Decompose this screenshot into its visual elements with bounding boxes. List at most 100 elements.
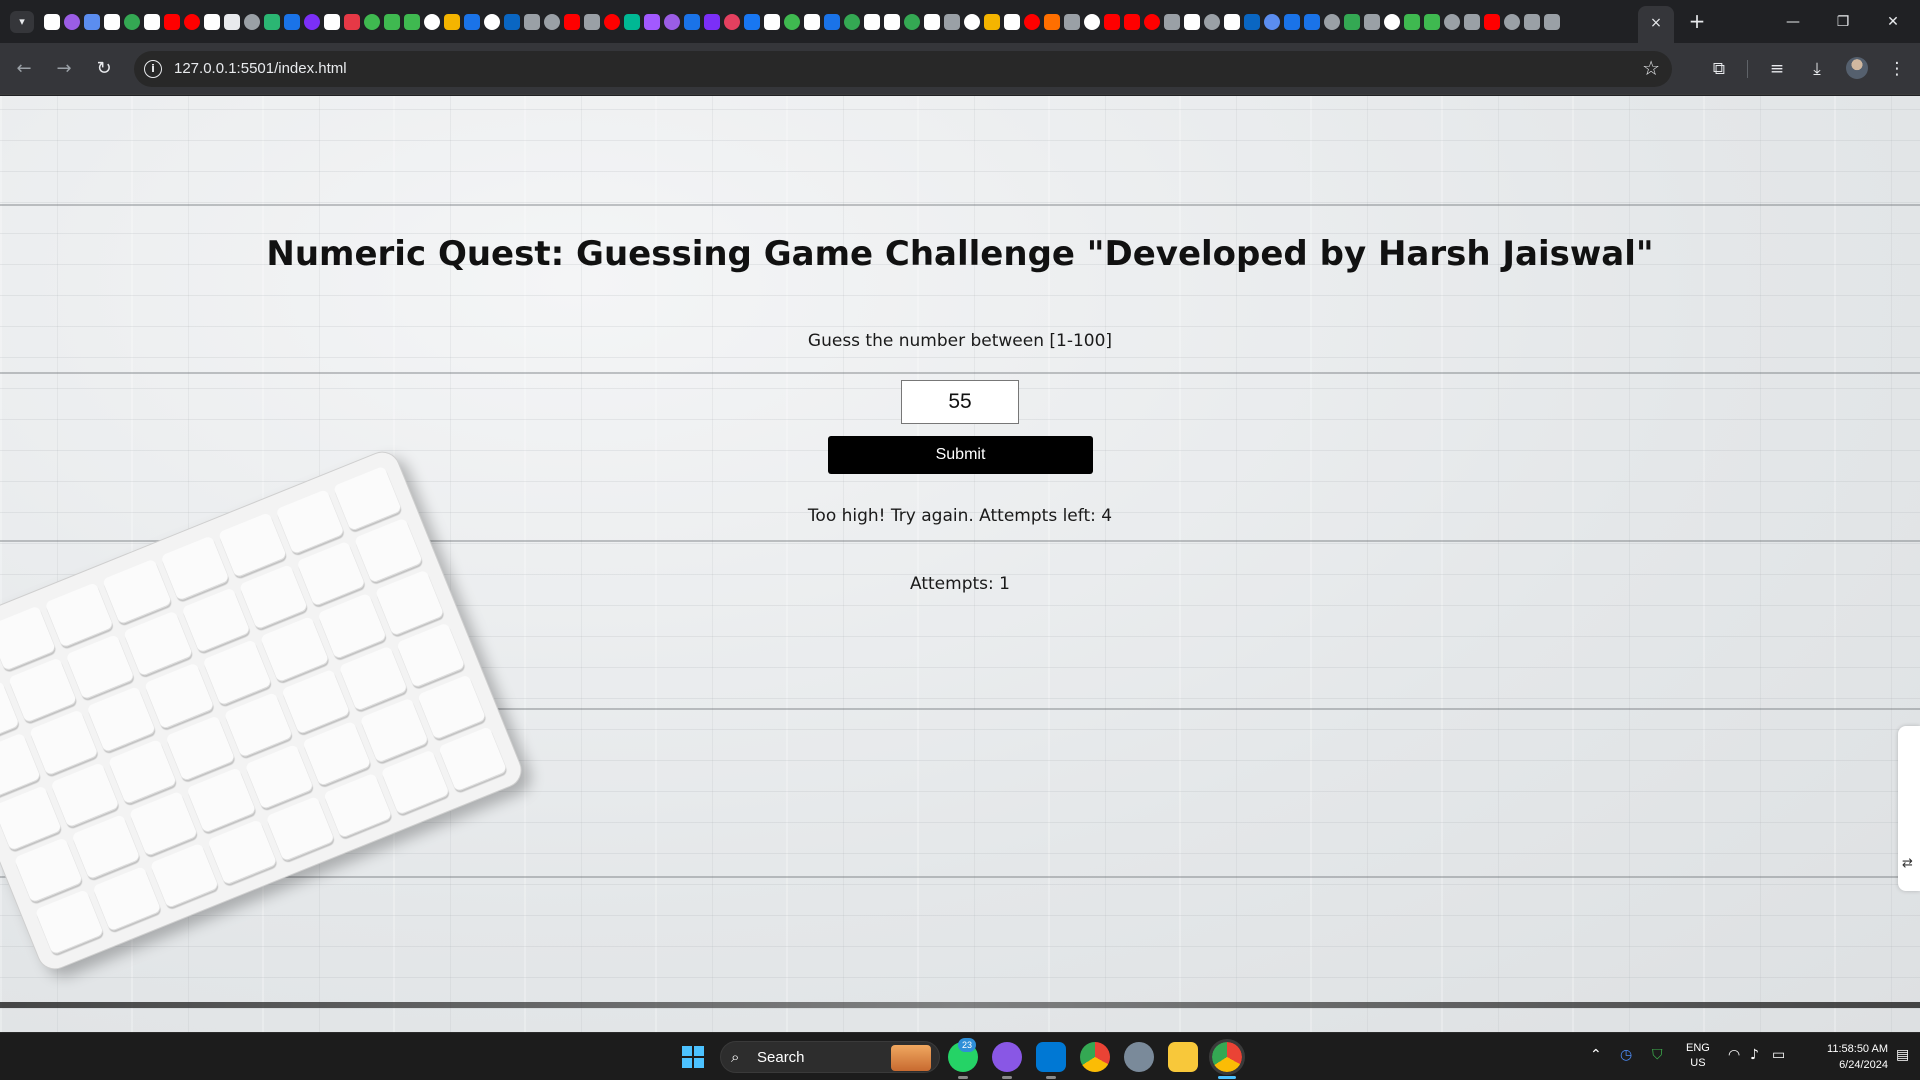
tab-favicon-icon[interactable] [1184, 14, 1200, 30]
tab-favicon-icon[interactable] [484, 14, 500, 30]
security-icon[interactable]: ⛉ [1652, 1047, 1663, 1063]
tab-favicon-icon[interactable] [744, 14, 760, 30]
tab-favicon-icon[interactable] [904, 14, 920, 30]
close-tab-icon[interactable]: × [1648, 15, 1664, 31]
tab-favicon-icon[interactable] [1444, 14, 1460, 30]
tab-favicon-icon[interactable] [564, 14, 580, 30]
github-desktop-icon[interactable] [992, 1042, 1022, 1072]
tab-favicon-icon[interactable] [204, 14, 220, 30]
tab-favicon-icon[interactable] [604, 14, 620, 30]
show-hidden-icons[interactable]: ⌃ [1590, 1047, 1602, 1063]
address-bar[interactable]: i 127.0.0.1:5501/index.html ☆ [134, 51, 1672, 87]
tab-favicon-icon[interactable] [704, 14, 720, 30]
tab-favicon-icon[interactable] [64, 14, 80, 30]
active-tab[interactable]: × [1638, 6, 1674, 43]
tab-favicon-icon[interactable] [284, 14, 300, 30]
tab-favicon-icon[interactable] [84, 14, 100, 30]
side-panel-handle[interactable]: ⇄ [1898, 726, 1920, 891]
tab-favicon-icon[interactable] [124, 14, 140, 30]
tab-favicon-icon[interactable] [984, 14, 1000, 30]
tab-favicon-icon[interactable] [44, 14, 60, 30]
tab-favicon-icon[interactable] [404, 14, 420, 30]
tab-favicon-icon[interactable] [1304, 14, 1320, 30]
tab-favicon-icon[interactable] [224, 14, 240, 30]
media-control-icon[interactable]: ≡ [1764, 56, 1790, 82]
tab-favicon-icon[interactable] [424, 14, 440, 30]
tab-favicon-icon[interactable] [684, 14, 700, 30]
tab-favicon-icon[interactable] [1264, 14, 1280, 30]
volume-icon[interactable]: ♪ [1750, 1047, 1759, 1063]
tab-favicon-icon[interactable] [1424, 14, 1440, 30]
file-explorer-icon[interactable] [1168, 1042, 1198, 1072]
wifi-icon[interactable]: ◠ [1728, 1047, 1740, 1063]
tab-favicon-icon[interactable] [1164, 14, 1180, 30]
taskbar-search[interactable]: ⌕ Search [720, 1041, 940, 1073]
tab-favicon-icon[interactable] [1404, 14, 1420, 30]
guess-input[interactable] [901, 380, 1019, 424]
extensions-icon[interactable]: ⧉ [1706, 56, 1732, 82]
tab-favicon-icon[interactable] [1384, 14, 1400, 30]
minimize-icon[interactable]: — [1770, 8, 1816, 36]
tab-favicon-icon[interactable] [344, 14, 360, 30]
tab-favicon-icon[interactable] [1464, 14, 1480, 30]
tab-favicon-icon[interactable] [144, 14, 160, 30]
tab-favicon-icon[interactable] [784, 14, 800, 30]
tab-favicon-icon[interactable] [244, 14, 260, 30]
back-icon[interactable]: ← [10, 55, 38, 83]
tab-favicon-icon[interactable] [804, 14, 820, 30]
tab-favicon-icon[interactable] [1324, 14, 1340, 30]
tab-favicon-icon[interactable] [584, 14, 600, 30]
tab-favicon-icon[interactable] [1484, 14, 1500, 30]
start-button[interactable] [682, 1046, 704, 1068]
close-window-icon[interactable]: ✕ [1870, 8, 1916, 36]
tab-favicon-icon[interactable] [384, 14, 400, 30]
tab-favicon-icon[interactable] [844, 14, 860, 30]
new-tab-button[interactable]: + [1685, 10, 1709, 34]
chrome-active-icon[interactable] [1209, 1039, 1245, 1075]
tab-search-button[interactable]: ▾ [10, 11, 34, 33]
tab-favicon-icon[interactable] [1544, 14, 1560, 30]
tab-favicon-icon[interactable] [544, 14, 560, 30]
tab-favicon-icon[interactable] [164, 14, 180, 30]
tab-favicon-icon[interactable] [104, 14, 120, 30]
tab-favicon-icon[interactable] [1004, 14, 1020, 30]
notifications-icon[interactable]: ▤ [1896, 1047, 1909, 1063]
tab-favicon-icon[interactable] [524, 14, 540, 30]
tab-favicon-icon[interactable] [1224, 14, 1240, 30]
tab-favicon-icon[interactable] [864, 14, 880, 30]
language-indicator[interactable]: ENG US [1686, 1041, 1710, 1071]
site-info-icon[interactable]: i [144, 60, 162, 78]
forward-icon[interactable]: → [50, 55, 78, 83]
tab-favicon-icon[interactable] [944, 14, 960, 30]
tab-favicon-icon[interactable] [1084, 14, 1100, 30]
tab-favicon-icon[interactable] [444, 14, 460, 30]
tab-favicon-icon[interactable] [764, 14, 780, 30]
tab-favicon-icon[interactable] [724, 14, 740, 30]
tab-favicon-icon[interactable] [884, 14, 900, 30]
tab-favicon-icon[interactable] [184, 14, 200, 30]
tab-favicon-icon[interactable] [1144, 14, 1160, 30]
tab-favicon-icon[interactable] [1284, 14, 1300, 30]
menu-kebab-icon[interactable]: ⋮ [1884, 56, 1910, 82]
bookmark-star-icon[interactable]: ☆ [1642, 56, 1660, 80]
submit-button[interactable]: Submit [828, 436, 1093, 474]
tab-favicon-icon[interactable] [1024, 14, 1040, 30]
tab-favicon-icon[interactable] [1124, 14, 1140, 30]
tab-favicon-icon[interactable] [1344, 14, 1360, 30]
tab-favicon-icon[interactable] [1524, 14, 1540, 30]
tab-favicon-icon[interactable] [824, 14, 840, 30]
download-icon[interactable]: ⤓ [1804, 56, 1830, 82]
tab-favicon-icon[interactable] [504, 14, 520, 30]
tab-favicon-icon[interactable] [1064, 14, 1080, 30]
chrome-icon[interactable] [1080, 1042, 1110, 1072]
tab-favicon-icon[interactable] [1204, 14, 1220, 30]
tab-favicon-icon[interactable] [1104, 14, 1120, 30]
profile-avatar[interactable] [1846, 57, 1868, 79]
tab-favicon-icon[interactable] [1244, 14, 1260, 30]
tab-favicon-icon[interactable] [364, 14, 380, 30]
system-clock[interactable]: 11:58:50 AM 6/24/2024 [1800, 1041, 1888, 1073]
tab-favicon-icon[interactable] [324, 14, 340, 30]
settings-icon[interactable] [1124, 1042, 1154, 1072]
tab-favicon-icon[interactable] [464, 14, 480, 30]
battery-icon[interactable]: ▭ [1772, 1047, 1785, 1063]
